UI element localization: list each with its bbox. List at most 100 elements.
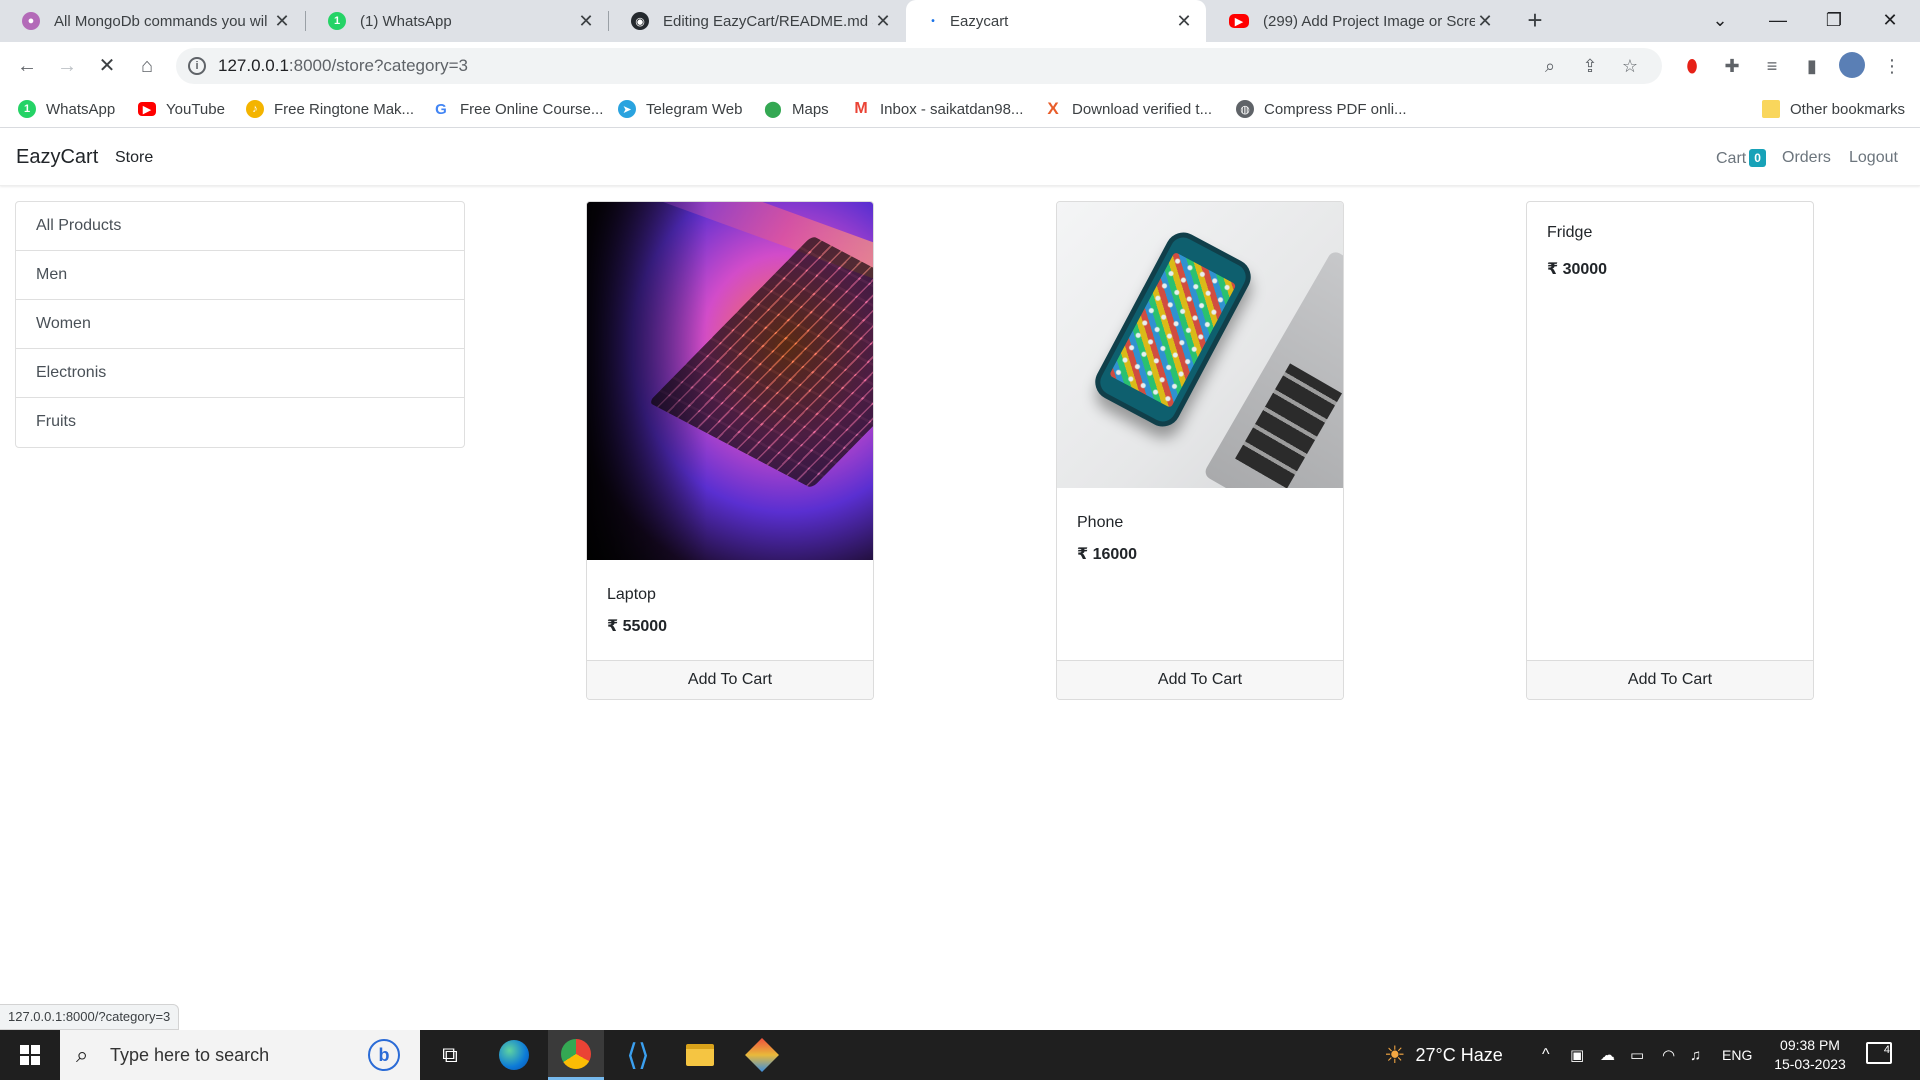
bookmark-label: Telegram Web bbox=[646, 100, 743, 118]
show-hidden-icons[interactable]: ^ bbox=[1542, 1030, 1550, 1080]
notification-center-icon[interactable]: 4 bbox=[1866, 1042, 1892, 1064]
close-icon[interactable]: ✕ bbox=[576, 11, 596, 32]
add-to-cart-button[interactable]: Add To Cart bbox=[587, 660, 873, 699]
tab-mongodb[interactable]: ● All MongoDb commands you wil ✕ bbox=[0, 0, 304, 42]
clock-date: 15-03-2023 bbox=[1774, 1056, 1846, 1072]
taskbar-clock[interactable]: 09:38 PM 15-03-2023 bbox=[1760, 1036, 1860, 1074]
nav-cart-link[interactable]: Cart 0 bbox=[1716, 149, 1766, 168]
nav-orders-link[interactable]: Orders bbox=[1782, 149, 1831, 167]
url-text[interactable]: 127.0.0.1:8000/store?category=3 bbox=[218, 56, 468, 76]
tab-title: All MongoDb commands you wil bbox=[54, 12, 268, 30]
weather-text: 27°C Haze bbox=[1415, 1044, 1503, 1065]
onedrive-icon[interactable]: ☁ bbox=[1600, 1030, 1615, 1080]
product-price: ₹ 16000 bbox=[1077, 546, 1138, 563]
zoom-icon[interactable]: ⌕ bbox=[1538, 54, 1562, 78]
category-all-products[interactable]: All Products bbox=[16, 202, 464, 251]
close-icon[interactable]: ✕ bbox=[272, 11, 292, 32]
opera-icon[interactable]: ⬮ bbox=[1678, 52, 1706, 80]
minimize-button[interactable]: — bbox=[1750, 0, 1806, 42]
category-fruits[interactable]: Fruits bbox=[16, 398, 464, 447]
tab-title: Editing EazyCart/README.md at bbox=[663, 12, 873, 30]
tab-title: (1) WhatsApp bbox=[360, 12, 452, 30]
close-icon[interactable]: ✕ bbox=[1475, 11, 1495, 32]
extensions-icon[interactable]: ✚ bbox=[1718, 52, 1746, 80]
wifi-icon[interactable]: ◠ bbox=[1662, 1030, 1675, 1080]
other-bookmarks[interactable]: Other bookmarks bbox=[1762, 98, 1905, 120]
tab-whatsapp[interactable]: 1 (1) WhatsApp ✕ bbox=[306, 0, 608, 42]
volume-icon[interactable]: ♫ bbox=[1690, 1030, 1701, 1080]
bookmark-courses[interactable]: G Free Online Course... bbox=[432, 98, 603, 120]
web-page: EazyCart Store Cart 0 Orders Logout All P… bbox=[0, 128, 1920, 1005]
close-window-button[interactable]: ✕ bbox=[1862, 0, 1918, 42]
media-control-icon[interactable]: ≡ bbox=[1758, 52, 1786, 80]
bookmark-label: Download verified t... bbox=[1072, 100, 1213, 118]
address-bar[interactable]: i 127.0.0.1:8000/store?category=3 ⌕ ⇪ ☆ bbox=[176, 48, 1662, 84]
vscode-icon[interactable]: ⟨⟩ bbox=[610, 1030, 666, 1080]
site-navbar: EazyCart Store Cart 0 Orders Logout bbox=[0, 128, 1920, 186]
battery-icon[interactable]: ▭ bbox=[1630, 1030, 1644, 1080]
whatsapp-icon: 1 bbox=[328, 12, 346, 30]
new-tab-button[interactable]: + bbox=[1520, 6, 1550, 36]
whatsapp-icon: 1 bbox=[18, 100, 36, 118]
tab-github[interactable]: ◉ Editing EazyCart/README.md at ✕ bbox=[609, 0, 905, 42]
bookmark-star-icon[interactable]: ☆ bbox=[1618, 54, 1642, 78]
task-view-icon[interactable]: ⧉ bbox=[422, 1030, 478, 1080]
category-women[interactable]: Women bbox=[16, 300, 464, 349]
tab-search-icon[interactable]: ⌄ bbox=[1692, 0, 1748, 42]
close-icon[interactable]: ✕ bbox=[873, 11, 893, 32]
loading-icon: • bbox=[931, 15, 935, 27]
share-icon[interactable]: ⇪ bbox=[1578, 54, 1602, 78]
bookmark-compress-pdf[interactable]: ◍ Compress PDF onli... bbox=[1236, 98, 1407, 120]
add-to-cart-button[interactable]: Add To Cart bbox=[1527, 660, 1813, 699]
nav-store-link[interactable]: Store bbox=[115, 149, 153, 167]
bookmark-ringtone[interactable]: ♪ Free Ringtone Mak... bbox=[246, 98, 414, 120]
tab-title: Eazycart bbox=[950, 12, 1009, 30]
forward-button[interactable]: → bbox=[53, 52, 81, 80]
product-image-phone[interactable] bbox=[1057, 202, 1343, 488]
product-image-laptop[interactable] bbox=[587, 202, 873, 560]
bing-icon[interactable]: b bbox=[368, 1039, 400, 1071]
tab-youtube[interactable]: ▶ (299) Add Project Image or Scree ✕ bbox=[1207, 0, 1507, 42]
site-info-icon[interactable]: i bbox=[188, 57, 206, 75]
bookmark-telegram[interactable]: ➤ Telegram Web bbox=[618, 98, 742, 120]
start-button[interactable] bbox=[0, 1030, 60, 1080]
add-to-cart-button[interactable]: Add To Cart bbox=[1057, 660, 1343, 699]
bookmark-maps[interactable]: ⬤ Maps bbox=[764, 98, 829, 120]
weather-widget[interactable]: ☀ 27°C Haze bbox=[1384, 1030, 1503, 1080]
globe-icon: ◍ bbox=[1236, 100, 1254, 118]
windows-taskbar: ⌕ Type here to search b ⧉ ⟨⟩ ☀ 27°C Haze… bbox=[0, 1030, 1920, 1080]
nav-logout-link[interactable]: Logout bbox=[1849, 149, 1898, 167]
meet-now-icon[interactable]: ▣ bbox=[1570, 1030, 1584, 1080]
bookmark-label: Maps bbox=[792, 100, 829, 118]
side-panel-icon[interactable]: ▮ bbox=[1798, 52, 1826, 80]
language-indicator[interactable]: ENG bbox=[1722, 1030, 1752, 1080]
close-icon[interactable]: ✕ bbox=[1174, 11, 1194, 32]
bookmark-whatsapp[interactable]: 1 WhatsApp bbox=[18, 98, 115, 120]
github-icon: ◉ bbox=[631, 12, 649, 30]
git-icon[interactable] bbox=[734, 1030, 790, 1080]
product-card-laptop: Laptop ₹ 55000 Add To Cart bbox=[586, 201, 874, 700]
telegram-icon: ➤ bbox=[618, 100, 636, 118]
chrome-icon[interactable] bbox=[548, 1030, 604, 1080]
category-electronics[interactable]: Electronis bbox=[16, 349, 464, 398]
stop-loading-button[interactable]: ✕ bbox=[93, 52, 121, 80]
edge-icon[interactable] bbox=[486, 1030, 542, 1080]
site-brand[interactable]: EazyCart bbox=[16, 146, 98, 169]
home-button[interactable]: ⌂ bbox=[133, 52, 161, 80]
product-price: ₹ 55000 bbox=[607, 618, 668, 635]
profile-avatar[interactable] bbox=[1838, 52, 1866, 80]
bookmark-label: YouTube bbox=[166, 100, 225, 118]
maps-icon: ⬤ bbox=[764, 101, 782, 118]
tab-eazycart[interactable]: • Eazycart ✕ bbox=[906, 0, 1206, 42]
bookmark-gmail[interactable]: M Inbox - saikatdan98... bbox=[852, 98, 1023, 120]
back-button[interactable]: ← bbox=[13, 52, 41, 80]
category-men[interactable]: Men bbox=[16, 251, 464, 300]
taskbar-search[interactable]: ⌕ Type here to search b bbox=[60, 1030, 420, 1080]
restore-button[interactable]: ❐ bbox=[1806, 0, 1862, 42]
bookmark-youtube[interactable]: ▶ YouTube bbox=[138, 98, 225, 120]
search-icon: ⌕ bbox=[76, 1042, 89, 1067]
bookmark-download[interactable]: X Download verified t... bbox=[1044, 98, 1212, 120]
bookmark-label: Compress PDF onli... bbox=[1264, 100, 1407, 118]
file-explorer-icon[interactable] bbox=[672, 1030, 728, 1080]
menu-icon[interactable]: ⋮ bbox=[1878, 52, 1906, 80]
